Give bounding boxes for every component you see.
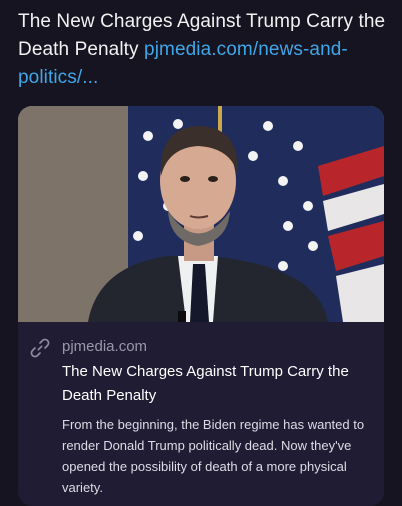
- link-preview-card[interactable]: pjmedia.com The New Charges Against Trum…: [18, 106, 384, 506]
- card-domain: pjmedia.com: [62, 338, 148, 355]
- post-text: The New Charges Against Trump Carry the …: [18, 8, 388, 92]
- article-image: [18, 106, 384, 322]
- card-title[interactable]: The New Charges Against Trump Carry the …: [62, 360, 374, 408]
- chain-link-icon: [30, 338, 50, 358]
- card-description: From the beginning, the Biden regime has…: [62, 417, 365, 495]
- link-preview-body: pjmedia.com The New Charges Against Trum…: [18, 322, 384, 506]
